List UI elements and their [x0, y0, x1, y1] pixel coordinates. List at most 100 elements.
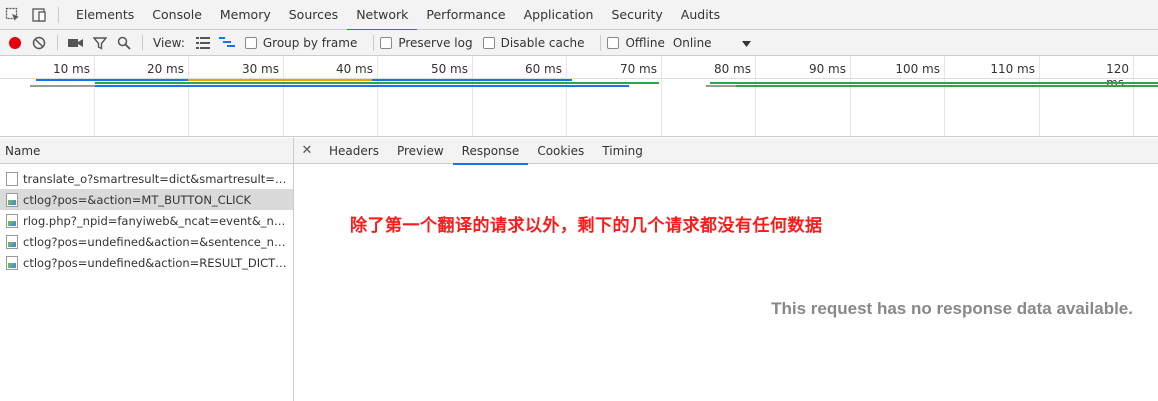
request-row[interactable]: ctlog?pos=undefined&action=&sentence_num…	[0, 231, 293, 252]
filter-icon[interactable]	[88, 30, 112, 56]
request-row[interactable]: ctlog?pos=&action=MT_BUTTON_CLICK	[0, 189, 293, 210]
network-toolbar: View: Group by frame Preserve log Disabl…	[0, 30, 1158, 56]
request-bar	[710, 82, 1158, 84]
request-name: translate_o?smartresult=dict&smartresult…	[23, 171, 287, 186]
view-label: View:	[153, 35, 185, 50]
grid-line	[661, 56, 662, 136]
grid-line	[188, 56, 189, 136]
grid-line	[944, 56, 945, 136]
offline-checkbox[interactable]: Offline	[607, 35, 665, 50]
time-tick: 70 ms	[619, 62, 657, 76]
screenshot-camera-icon[interactable]	[64, 30, 88, 56]
close-icon[interactable]: ✕	[294, 143, 320, 158]
grid-line	[377, 56, 378, 136]
tab-timing[interactable]: Timing	[593, 138, 652, 164]
request-name: rlog.php?_npid=fanyiweb&_ncat=event&_nco…	[23, 213, 287, 228]
request-detail-pane: ✕ Headers Preview Response Cookies Timin…	[294, 138, 1158, 401]
tab-application[interactable]: Application	[515, 0, 603, 30]
tab-elements[interactable]: Elements	[67, 0, 143, 30]
device-toolbar-icon[interactable]	[26, 0, 52, 30]
request-bar	[736, 85, 1158, 87]
image-icon	[6, 213, 18, 228]
large-rows-icon[interactable]	[191, 30, 215, 56]
grid-line	[1133, 56, 1134, 136]
grid-line	[850, 56, 851, 136]
tab-memory[interactable]: Memory	[211, 0, 280, 30]
inspect-element-icon[interactable]	[0, 0, 26, 30]
time-tick: 40 ms	[335, 62, 373, 76]
request-row[interactable]: rlog.php?_npid=fanyiweb&_ncat=event&_nco…	[0, 210, 293, 231]
request-bar	[95, 82, 659, 84]
request-list-pane: Name translate_o?smartresult=dict&smartr…	[0, 138, 294, 401]
grid-line	[94, 56, 95, 136]
time-tick: 10 ms	[52, 62, 90, 76]
waterfall-overview-icon[interactable]	[215, 30, 239, 56]
time-tick: 50 ms	[430, 62, 468, 76]
tab-headers[interactable]: Headers	[320, 138, 388, 164]
name-column-header[interactable]: Name	[0, 138, 293, 164]
divider	[373, 34, 375, 51]
image-icon	[6, 234, 18, 249]
time-tick: 20 ms	[146, 62, 184, 76]
grid-line	[755, 56, 756, 136]
time-tick: 60 ms	[524, 62, 562, 76]
checkbox-box[interactable]	[244, 36, 257, 49]
tab-audits[interactable]: Audits	[672, 0, 729, 30]
checkbox-box[interactable]	[380, 36, 393, 49]
request-bar	[36, 79, 188, 81]
annotation-text: 除了第一个翻译的请求以外，剩下的几个请求都没有任何数据	[350, 216, 823, 236]
tab-performance[interactable]: Performance	[417, 0, 514, 30]
image-icon	[6, 192, 18, 207]
request-bar	[95, 85, 629, 87]
tab-cookies[interactable]: Cookies	[528, 138, 593, 164]
checkbox-box[interactable]	[482, 36, 495, 49]
preserve-log-checkbox[interactable]: Preserve log	[380, 35, 473, 50]
tab-response[interactable]: Response	[452, 138, 529, 165]
group-by-frame-checkbox[interactable]: Group by frame	[244, 35, 358, 50]
divider	[142, 34, 143, 51]
offline-label: Offline	[625, 35, 665, 50]
group-by-frame-label: Group by frame	[262, 35, 358, 50]
tab-console[interactable]: Console	[143, 0, 211, 30]
grid-line	[566, 56, 567, 136]
request-bar	[188, 79, 372, 81]
time-tick: 110 ms	[990, 62, 1035, 76]
network-overview-timeline[interactable]: 10 ms 20 ms 30 ms 40 ms 50 ms 60 ms 70 m…	[0, 56, 1158, 137]
request-name: ctlog?pos=undefined&action=&sentence_num…	[23, 234, 287, 249]
disable-cache-label: Disable cache	[500, 35, 585, 50]
detail-tab-bar: ✕ Headers Preview Response Cookies Timin…	[294, 138, 1158, 165]
request-name: ctlog?pos=undefined&action=RESULT_DICT_S…	[23, 255, 287, 270]
time-tick: 80 ms	[713, 62, 751, 76]
request-bar	[706, 85, 736, 87]
time-tick: 30 ms	[241, 62, 279, 76]
divider	[58, 6, 59, 23]
search-icon[interactable]	[112, 30, 136, 56]
image-icon	[6, 255, 18, 270]
tab-sources[interactable]: Sources	[280, 0, 347, 30]
divider	[57, 34, 58, 51]
tab-network[interactable]: Network	[347, 0, 418, 31]
tab-preview[interactable]: Preview	[388, 138, 453, 164]
tab-security[interactable]: Security	[602, 0, 671, 30]
divider	[600, 34, 602, 51]
grid-line	[1039, 56, 1040, 136]
time-tick: 100 ms	[895, 62, 940, 76]
devtools-tab-bar: Elements Console Memory Sources Network …	[0, 0, 1158, 31]
request-bar	[30, 85, 95, 87]
checkbox-box[interactable]	[607, 36, 620, 49]
preserve-log-label: Preserve log	[398, 35, 473, 50]
grid-line	[283, 56, 284, 136]
time-tick: 90 ms	[808, 62, 846, 76]
throttling-select[interactable]: Online	[673, 36, 712, 50]
request-name: ctlog?pos=&action=MT_BUTTON_CLICK	[23, 192, 252, 207]
empty-response-message: This request has no response data availa…	[771, 299, 1133, 318]
request-bar	[372, 79, 572, 81]
record-icon[interactable]	[3, 30, 27, 56]
chevron-down-icon[interactable]	[741, 36, 751, 50]
request-row[interactable]: translate_o?smartresult=dict&smartresult…	[0, 168, 293, 189]
request-row[interactable]: ctlog?pos=undefined&action=RESULT_DICT_S…	[0, 252, 293, 273]
disable-cache-checkbox[interactable]: Disable cache	[482, 35, 585, 50]
clear-icon[interactable]	[27, 30, 51, 56]
document-icon	[6, 171, 18, 186]
grid-line	[472, 56, 473, 136]
